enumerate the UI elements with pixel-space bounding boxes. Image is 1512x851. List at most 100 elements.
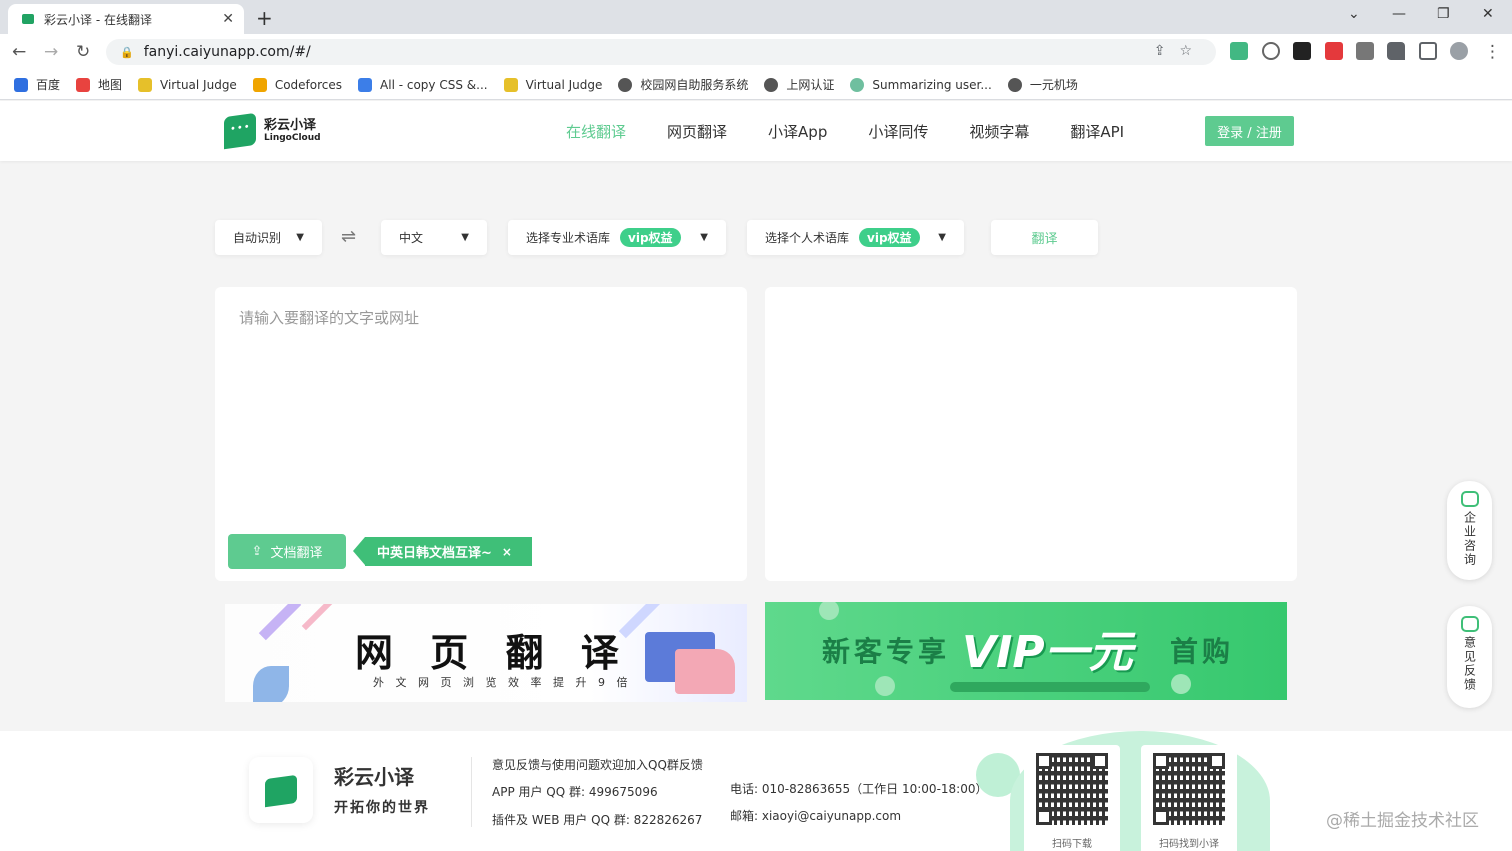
- footer-app-qq: APP 用户 QQ 群: 499675096: [492, 785, 658, 799]
- vip-badge: vip权益: [620, 228, 681, 247]
- nav-api[interactable]: 翻译API: [1070, 121, 1124, 142]
- pro-glossary-select[interactable]: 选择专业术语库 vip权益 ▼: [508, 220, 726, 255]
- pro-glossary-label: 选择专业术语库: [526, 231, 611, 245]
- login-register-button[interactable]: 登录 / 注册: [1205, 116, 1294, 146]
- feedback-button[interactable]: 意见反馈: [1447, 606, 1492, 708]
- vip-banner-main-text: VIP一元: [962, 627, 1133, 678]
- globe-icon: [618, 77, 633, 92]
- chat-bubble-logo-icon: [224, 112, 256, 150]
- target-language-select[interactable]: 中文 ▼: [381, 220, 487, 255]
- reload-icon[interactable]: ↻: [76, 42, 90, 62]
- profile-avatar[interactable]: [1450, 42, 1468, 60]
- tab-close-icon[interactable]: ✕: [222, 11, 234, 27]
- decor-stripe: [258, 604, 302, 641]
- browser-tab[interactable]: 彩云小译 - 在线翻译 ✕: [8, 4, 244, 34]
- copy-css-icon: [358, 77, 373, 92]
- qr-download-caption: 扫码下载: [1052, 839, 1092, 850]
- nav-simul-interpret[interactable]: 小译同传: [868, 121, 928, 142]
- footer-logo-icon: [249, 757, 313, 823]
- vip-badge: vip权益: [859, 228, 920, 247]
- source-panel: ⇪ 文档翻译 中英日韩文档互译~ ×: [215, 287, 747, 581]
- bookmark-summarizing[interactable]: Summarizing user...: [850, 77, 992, 92]
- main-nav: 在线翻译 网页翻译 小译App 小译同传 视频字幕 翻译API: [566, 121, 1165, 142]
- bookmarks-bar: 百度 地图 Virtual Judge Codeforces All - cop…: [0, 70, 1512, 100]
- person-illustration: [675, 649, 735, 694]
- site-footer: 彩云小译 开拓你的世界 意见反馈与使用问题欢迎加入QQ群反馈 APP 用户 QQ…: [0, 731, 1512, 851]
- menu-kebab-icon[interactable]: ⋮: [1484, 42, 1501, 62]
- lock-icon: 🔒: [120, 45, 134, 59]
- leaf-illustration: [253, 666, 289, 702]
- feedback-label: 意见反馈: [1462, 636, 1477, 692]
- swap-languages-icon[interactable]: ⇌: [341, 226, 356, 247]
- juejin-watermark: @稀土掘金技术社区: [1326, 811, 1479, 831]
- bookmark-vjudge[interactable]: Virtual Judge: [138, 77, 237, 92]
- bookmark-vjudge-2[interactable]: Virtual Judge: [503, 77, 602, 92]
- share-star-icons[interactable]: ⇪☆: [1154, 43, 1206, 59]
- vip-banner-right-text: 首购: [1170, 635, 1235, 668]
- source-language-select[interactable]: 自动识别 ▼: [215, 220, 322, 255]
- decor-circle: [875, 676, 895, 696]
- translate-button[interactable]: 翻译: [991, 220, 1098, 255]
- nav-online-translate[interactable]: 在线翻译: [566, 121, 626, 142]
- vue-devtools-icon[interactable]: [1230, 42, 1248, 60]
- qr-download-card: 扫码下载: [1024, 745, 1120, 851]
- enterprise-consult-button[interactable]: 企业咨询: [1447, 481, 1492, 580]
- browser-tab-bar: 彩云小译 - 在线翻译 ✕ + ⌄ — ❐ ✕: [0, 0, 1512, 34]
- paw-icon: [14, 77, 28, 92]
- vip-promo-banner[interactable]: 新客专享 VIP一元 首购: [765, 602, 1287, 700]
- bookmark-baidu[interactable]: 百度: [14, 76, 60, 93]
- consult-label: 企业咨询: [1462, 511, 1477, 567]
- nav-app[interactable]: 小译App: [768, 121, 827, 142]
- vip-fine-print-strip: [950, 682, 1150, 692]
- edit-icon: [1460, 616, 1479, 632]
- shield-icon[interactable]: [1262, 42, 1280, 60]
- caret-down-icon: ▼: [461, 232, 469, 243]
- promo-text: 中英日韩文档互译~: [377, 546, 492, 561]
- address-bar-row: ← → ↻ 🔒 fanyi.caiyunapp.com/#/ ⇪☆ ⋮: [0, 34, 1512, 70]
- puzzle-icon[interactable]: [1387, 42, 1405, 60]
- extension-icon[interactable]: [1293, 42, 1311, 60]
- caret-down-icon: ▼: [938, 232, 946, 243]
- extension-icon-2[interactable]: [1356, 42, 1374, 60]
- promo-close-icon[interactable]: ×: [502, 545, 512, 559]
- source-language-value: 自动识别: [233, 231, 282, 245]
- banner-title: 网 页 翻 译: [355, 630, 631, 675]
- target-language-value: 中文: [399, 231, 424, 245]
- back-arrow-icon[interactable]: ←: [12, 42, 26, 62]
- vjudge-icon: [503, 77, 518, 92]
- site-header: 彩云小译 LingoCloud 在线翻译 网页翻译 小译App 小译同传 视频字…: [0, 101, 1512, 161]
- upload-icon: ⇪: [251, 544, 263, 559]
- decor-circle: [1171, 674, 1191, 694]
- fe-helper-icon[interactable]: [1325, 42, 1343, 60]
- decor-circle: [819, 602, 839, 620]
- tab-title: 彩云小译 - 在线翻译: [44, 12, 152, 27]
- caret-down-icon: ▼: [296, 232, 304, 243]
- bookmark-copy-css[interactable]: All - copy CSS &...: [358, 77, 488, 92]
- bookmark-net-auth[interactable]: 上网认证: [764, 76, 834, 93]
- nav-video-subtitle[interactable]: 视频字幕: [969, 121, 1029, 142]
- personal-glossary-label: 选择个人术语库: [765, 231, 850, 245]
- nav-web-translate[interactable]: 网页翻译: [667, 121, 727, 142]
- qr-code-download: [1036, 753, 1108, 825]
- tab-search-icon[interactable]: ⌄: [1348, 6, 1360, 22]
- source-text-input[interactable]: [239, 307, 719, 507]
- bookmark-campus[interactable]: 校园网自助服务系统: [618, 76, 748, 93]
- side-panel-icon[interactable]: [1419, 42, 1437, 60]
- bookmark-maps[interactable]: 地图: [76, 76, 122, 93]
- document-translate-button[interactable]: ⇪ 文档翻译: [228, 534, 346, 569]
- footer-email[interactable]: 邮箱: xiaoyi@caiyunapp.com: [730, 807, 901, 824]
- logo-name-en: LingoCloud: [264, 133, 321, 144]
- personal-glossary-select[interactable]: 选择个人术语库 vip权益 ▼: [747, 220, 964, 255]
- web-translate-banner[interactable]: 网 页 翻 译 外 文 网 页 浏 览 效 率 提 升 9 倍: [225, 604, 747, 702]
- site-favicon-icon: [22, 14, 34, 24]
- maximize-button[interactable]: ❐: [1437, 6, 1450, 22]
- bookmark-airport[interactable]: 一元机场: [1007, 76, 1078, 93]
- site-logo[interactable]: 彩云小译 LingoCloud: [224, 112, 321, 150]
- new-tab-button[interactable]: +: [256, 6, 273, 30]
- close-window-button[interactable]: ✕: [1482, 6, 1494, 22]
- minimize-button[interactable]: —: [1392, 6, 1406, 22]
- bookmark-codeforces[interactable]: Codeforces: [252, 77, 342, 92]
- footer-divider: [471, 757, 472, 827]
- url-input[interactable]: 🔒 fanyi.caiyunapp.com/#/ ⇪☆: [106, 39, 1216, 65]
- forward-arrow-icon[interactable]: →: [44, 42, 58, 62]
